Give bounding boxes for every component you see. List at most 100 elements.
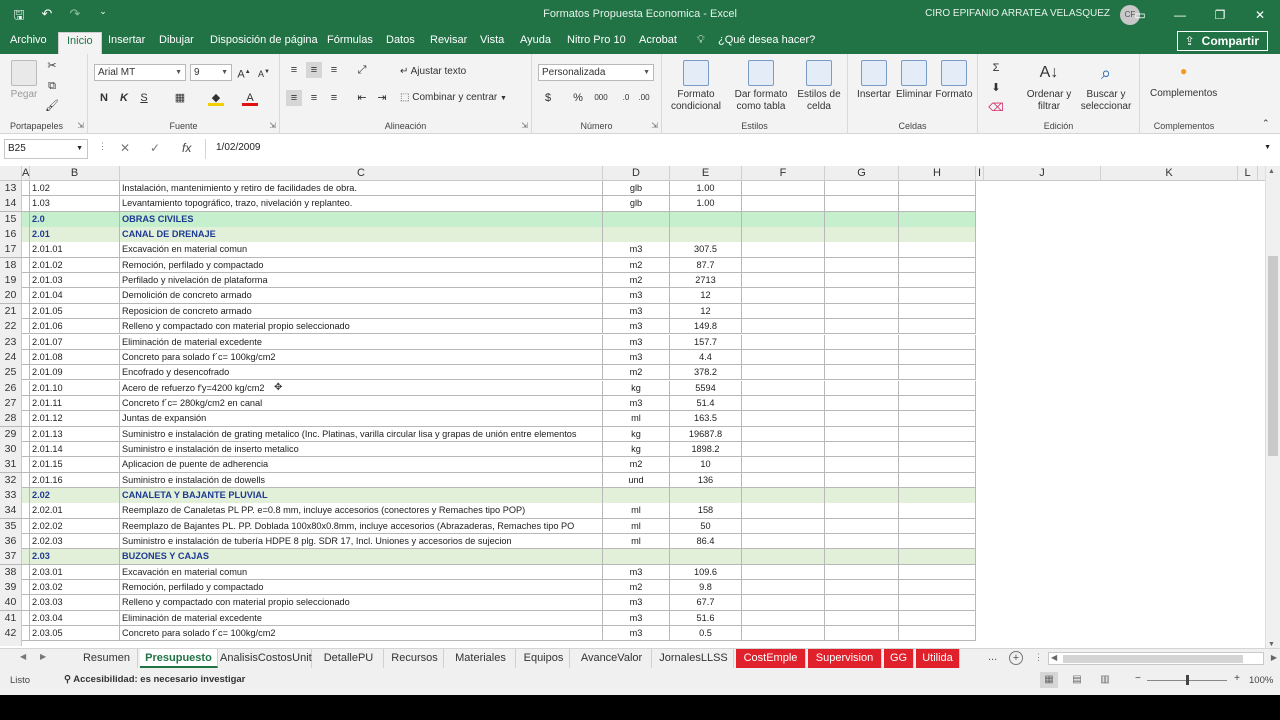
cell-h[interactable] — [899, 181, 976, 196]
cell-h[interactable] — [899, 303, 976, 319]
cell-a[interactable] — [22, 211, 30, 227]
cell-quantity[interactable]: 51.6 — [670, 610, 742, 626]
column-header-k[interactable]: K — [1101, 166, 1238, 181]
cell-g[interactable] — [825, 441, 899, 457]
cell-item-code[interactable]: 1.03 — [30, 196, 120, 212]
cell-g[interactable] — [825, 242, 899, 258]
restore-icon[interactable]: ❐ — [1200, 0, 1240, 30]
addins-button[interactable]: Complementos — [1150, 88, 1217, 99]
cell-a[interactable] — [22, 518, 30, 534]
cell-f[interactable] — [742, 257, 825, 273]
cell-h[interactable] — [899, 518, 976, 534]
cell-item-code[interactable]: 2.01.06 — [30, 319, 120, 335]
tab-ayuda[interactable]: Ayuda — [520, 34, 551, 46]
row-header[interactable]: 30 — [0, 441, 22, 457]
cell-unit[interactable]: m3 — [603, 349, 670, 365]
cell-f[interactable] — [742, 319, 825, 335]
cell-quantity[interactable] — [670, 488, 742, 503]
add-sheet-icon[interactable]: + — [1009, 651, 1023, 665]
underline-button[interactable]: S — [136, 90, 152, 106]
cell-h[interactable] — [899, 626, 976, 642]
cell-description[interactable]: Reemplazo de Canaletas PL PP. e=0.8 mm, … — [120, 503, 603, 519]
scroll-left-icon[interactable]: ◀ — [1051, 653, 1057, 662]
sheet-tab[interactable]: Materiales — [446, 649, 516, 668]
column-header-c[interactable]: C — [120, 166, 603, 181]
cell-h[interactable] — [899, 580, 976, 596]
tell-me-search[interactable]: ¿Qué desea hacer? — [718, 34, 815, 46]
conditional-format-button[interactable]: Formato condicional — [666, 60, 726, 113]
cell-f[interactable] — [742, 472, 825, 488]
cell-g[interactable] — [825, 334, 899, 350]
cell-item-code[interactable]: 2.01.13 — [30, 426, 120, 442]
cell-f[interactable] — [742, 626, 825, 642]
cell-a[interactable] — [22, 257, 30, 273]
row-header[interactable]: 16 — [0, 227, 22, 243]
cell-item-code[interactable]: 2.01.15 — [30, 457, 120, 473]
cell-g[interactable] — [825, 380, 899, 396]
row-header[interactable]: 39 — [0, 580, 22, 596]
sheet-tab[interactable]: Resumen — [76, 649, 138, 668]
cell-a[interactable] — [22, 395, 30, 411]
cell-g[interactable] — [825, 549, 899, 565]
row-header[interactable]: 13 — [0, 181, 22, 196]
cell-f[interactable] — [742, 196, 825, 212]
find-select-button[interactable]: ⌕ Buscar y seleccionar — [1076, 60, 1136, 113]
italic-button[interactable]: K — [116, 90, 132, 106]
cell-f[interactable] — [742, 242, 825, 258]
tab-insertar[interactable]: Insertar — [108, 34, 145, 46]
row-header[interactable]: 17 — [0, 242, 22, 258]
row-header[interactable]: 32 — [0, 472, 22, 488]
cell-h[interactable] — [899, 610, 976, 626]
ribbon-display-icon[interactable]: ▭ — [1120, 0, 1160, 30]
cell-f[interactable] — [742, 426, 825, 442]
align-right-icon[interactable]: ≡ — [326, 90, 342, 106]
cell-g[interactable] — [825, 257, 899, 273]
font-size-select[interactable]: 9 ▼ — [190, 64, 232, 81]
row-header[interactable]: 27 — [0, 395, 22, 411]
cell-unit[interactable]: m3 — [603, 319, 670, 335]
cell-g[interactable] — [825, 211, 899, 227]
cell-item-code[interactable]: 2.02.03 — [30, 534, 120, 550]
cell-h[interactable] — [899, 411, 976, 427]
accounting-format-icon[interactable]: $ — [540, 90, 556, 106]
cell-quantity[interactable]: 158 — [670, 503, 742, 519]
insert-function-button[interactable]: fx — [182, 141, 191, 155]
cell-h[interactable] — [899, 227, 976, 243]
cell-description[interactable]: OBRAS CIVILES — [120, 211, 603, 227]
align-middle-icon[interactable]: ≡ — [306, 62, 322, 78]
zoom-level[interactable]: 100% — [1249, 675, 1273, 686]
cell-item-code[interactable]: 2.01 — [30, 227, 120, 243]
cell-f[interactable] — [742, 610, 825, 626]
sheet-tab[interactable]: DetallePU — [314, 649, 384, 668]
column-header-h[interactable]: H — [899, 166, 976, 181]
cell-description[interactable]: Concreto para solado f´c= 100kg/cm2 — [120, 626, 603, 642]
sheet-tab[interactable]: CostEmple — [736, 649, 806, 668]
cell-a[interactable] — [22, 549, 30, 565]
shrink-font-icon[interactable]: A▼ — [256, 64, 272, 80]
cell-g[interactable] — [825, 319, 899, 335]
cell-f[interactable] — [742, 503, 825, 519]
cell-a[interactable] — [22, 380, 30, 396]
cell-description[interactable]: Reposicion de concreto armado — [120, 303, 603, 319]
cell-g[interactable] — [825, 503, 899, 519]
zoom-knob[interactable] — [1186, 675, 1189, 685]
cell-f[interactable] — [742, 365, 825, 381]
delete-cells-button[interactable]: Eliminar — [894, 60, 934, 101]
cell-quantity[interactable]: 5594 — [670, 380, 742, 396]
cell-g[interactable] — [825, 273, 899, 289]
format-cells-button[interactable]: Formato — [934, 60, 974, 101]
vertical-scrollbar[interactable]: ▲ ▼ — [1265, 166, 1280, 650]
cell-g[interactable] — [825, 518, 899, 534]
tab-acrobat[interactable]: Acrobat — [639, 34, 677, 46]
cell-quantity[interactable]: 378.2 — [670, 365, 742, 381]
row-header[interactable]: 19 — [0, 273, 22, 289]
cell-h[interactable] — [899, 472, 976, 488]
scroll-up-icon[interactable]: ▲ — [1268, 168, 1275, 175]
scroll-down-icon[interactable]: ▼ — [1268, 641, 1275, 648]
page-break-view-icon[interactable]: ▥ — [1096, 672, 1114, 688]
row-header[interactable]: 35 — [0, 518, 22, 534]
tab-dibujar[interactable]: Dibujar — [159, 34, 194, 46]
cell-item-code[interactable]: 2.03 — [30, 549, 120, 565]
cell-item-code[interactable]: 2.01.02 — [30, 257, 120, 273]
row-header[interactable]: 26 — [0, 380, 22, 396]
